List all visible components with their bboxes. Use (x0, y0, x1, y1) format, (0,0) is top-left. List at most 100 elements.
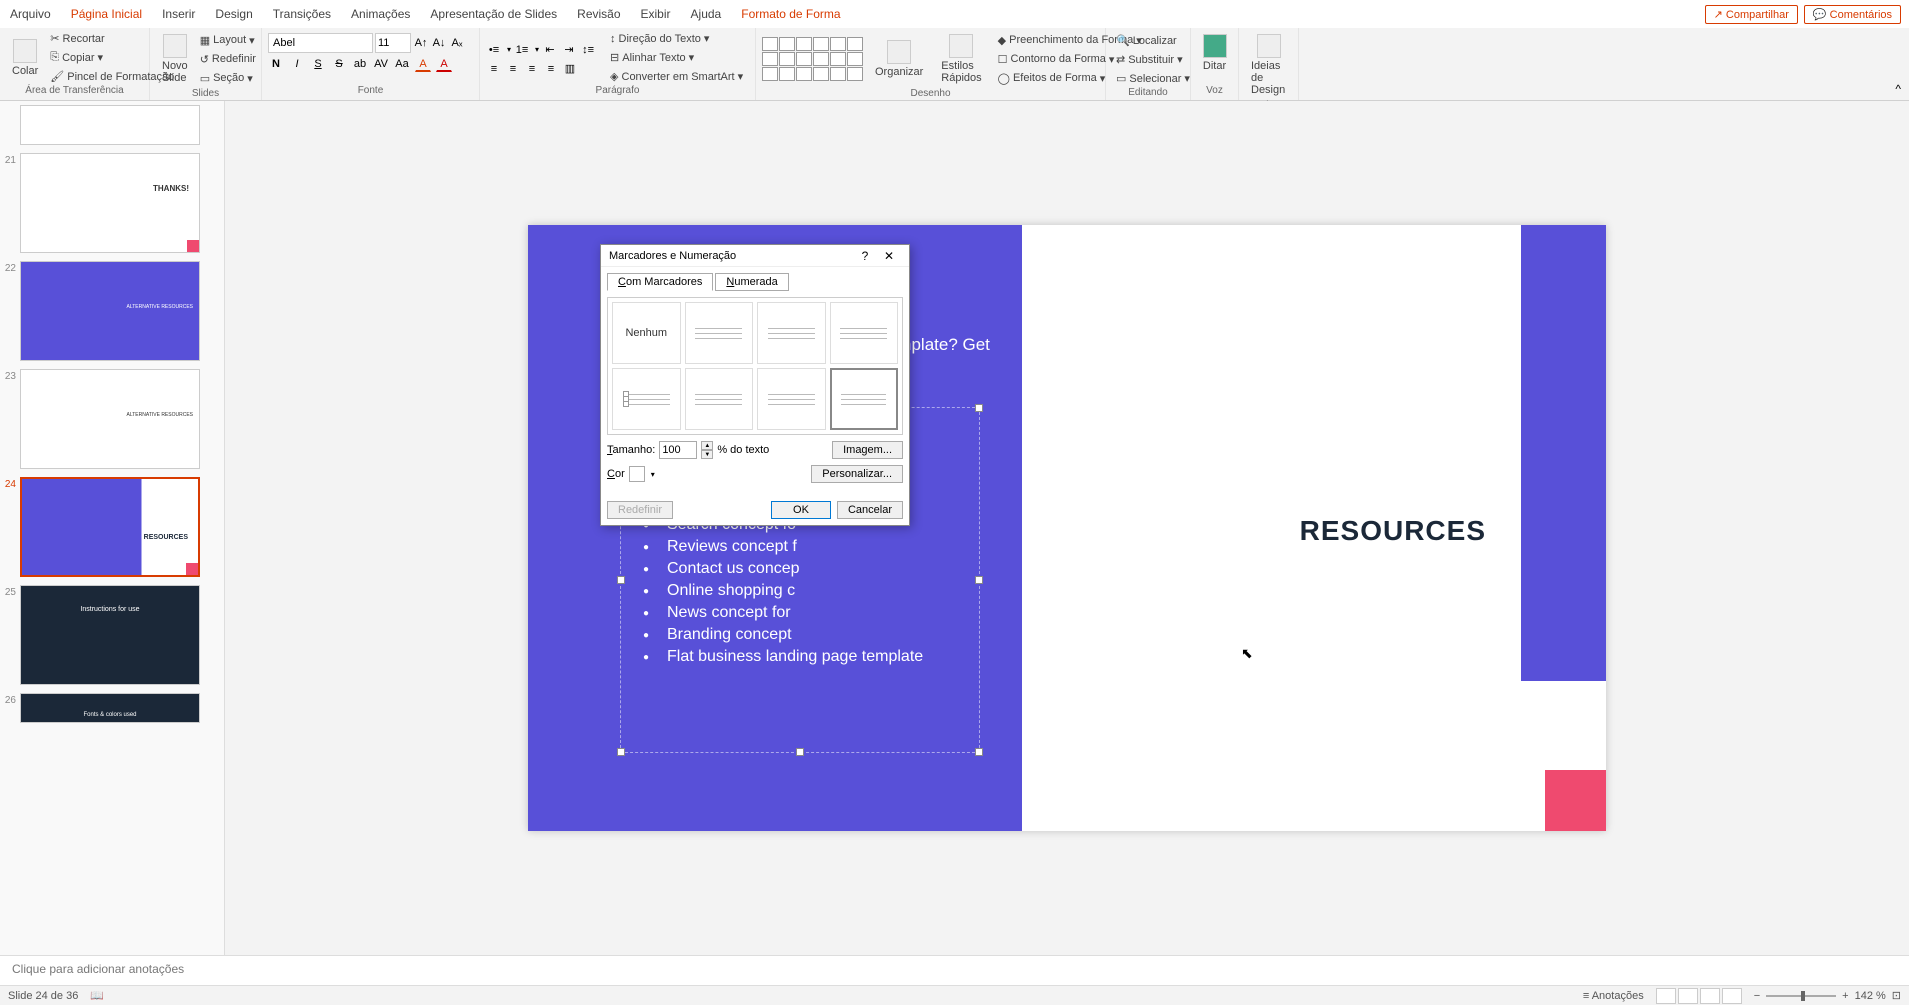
columns-icon[interactable]: ▥ (562, 61, 578, 77)
resize-handle[interactable] (796, 748, 804, 756)
arrange-button[interactable]: Organizar (869, 36, 929, 82)
slide-thumb-21[interactable]: THANKS! (20, 153, 200, 253)
font-size-select[interactable] (375, 33, 411, 53)
resize-handle[interactable] (975, 404, 983, 412)
replace-button[interactable]: ⇄ Substituir ▾ (1112, 51, 1184, 68)
menu-apresentacao[interactable]: Apresentação de Slides (420, 1, 567, 27)
reading-view-button[interactable] (1700, 988, 1720, 1004)
menu-transicoes[interactable]: Transições (263, 1, 341, 27)
menu-inserir[interactable]: Inserir (152, 1, 205, 27)
image-button[interactable]: Imagem... (832, 441, 903, 459)
section-button[interactable]: ▭ Seção ▾ (196, 70, 260, 87)
indent-increase-icon[interactable]: ⇥ (561, 42, 577, 58)
strike-button[interactable]: S (331, 56, 347, 72)
slide-thumb-26[interactable]: Fonts & colors used (20, 693, 200, 723)
slide-thumb-25[interactable]: Instructions for use (20, 585, 200, 685)
bold-button[interactable]: N (268, 56, 284, 72)
bullet-style-4[interactable] (830, 302, 899, 364)
menu-formato-forma[interactable]: Formato de Forma (731, 1, 850, 27)
underline-button[interactable]: S (310, 56, 326, 72)
menu-ajuda[interactable]: Ajuda (681, 1, 732, 27)
menu-revisao[interactable]: Revisão (567, 1, 630, 27)
paste-button[interactable]: Colar (6, 35, 44, 81)
menu-animacoes[interactable]: Animações (341, 1, 420, 27)
clear-format-icon[interactable]: Aₓ (449, 35, 465, 51)
share-button[interactable]: ↗ Compartilhar (1705, 5, 1798, 24)
quick-styles-button[interactable]: Estilos Rápidos (935, 30, 987, 88)
slide-title[interactable]: RESOURCES (1300, 515, 1486, 547)
slide-thumb-24[interactable]: RESOURCES (20, 477, 200, 577)
collapse-ribbon-button[interactable]: ^ (1895, 82, 1901, 96)
slideshow-button[interactable] (1722, 988, 1742, 1004)
fit-to-window-button[interactable]: ⊡ (1892, 989, 1901, 1002)
bullet-style-2[interactable] (685, 302, 754, 364)
spellcheck-icon[interactable]: 📖 (90, 989, 104, 1002)
font-color-button[interactable]: A (436, 56, 452, 72)
ok-button[interactable]: OK (771, 501, 831, 519)
tab-numbered[interactable]: Numerada (715, 273, 788, 291)
bullets-button[interactable]: •≡ (486, 42, 502, 58)
slide-thumbnails-panel[interactable]: 21 THANKS! 22 ALTERNATIVE RESOURCES 23 A… (0, 101, 225, 955)
align-center-icon[interactable]: ≡ (505, 61, 521, 77)
normal-view-button[interactable] (1656, 988, 1676, 1004)
bullet-style-7[interactable] (757, 368, 826, 430)
resize-handle[interactable] (975, 576, 983, 584)
smartart-button[interactable]: ◈ Converter em SmartArt ▾ (606, 68, 747, 85)
line-spacing-icon[interactable]: ↕≡ (580, 42, 596, 58)
align-text-button[interactable]: ⊟ Alinhar Texto ▾ (606, 49, 747, 66)
text-direction-button[interactable]: ↕ Direção do Texto ▾ (606, 30, 747, 47)
italic-button[interactable]: I (289, 56, 305, 72)
resize-handle[interactable] (975, 748, 983, 756)
select-button[interactable]: ▭ Selecionar ▾ (1112, 70, 1184, 87)
decrease-font-icon[interactable]: A↓ (431, 35, 447, 51)
bullet-item[interactable]: Flat business landing page template (643, 646, 957, 668)
color-dropdown-arrow[interactable]: ▾ (651, 470, 655, 479)
shapes-gallery[interactable] (762, 37, 863, 81)
dialog-close-button[interactable]: ✕ (877, 249, 901, 263)
tab-bullets[interactable]: CCom Marcadoresom Marcadores (607, 273, 713, 291)
bullet-item[interactable]: Online shopping c (643, 580, 957, 602)
font-name-select[interactable] (268, 33, 373, 53)
menu-exibir[interactable]: Exibir (631, 1, 681, 27)
size-input[interactable] (659, 441, 697, 459)
menu-arquivo[interactable]: Arquivo (0, 1, 61, 27)
comments-button[interactable]: 💬 Comentários (1804, 5, 1901, 24)
indent-decrease-icon[interactable]: ⇤ (542, 42, 558, 58)
align-left-icon[interactable]: ≡ (486, 61, 502, 77)
notes-area[interactable]: Clique para adicionar anotações (0, 955, 1909, 985)
bullet-style-3[interactable] (757, 302, 826, 364)
slide-thumb-23[interactable]: ALTERNATIVE RESOURCES (20, 369, 200, 469)
slide-thumb-20-partial[interactable] (20, 105, 200, 145)
slide-thumb-22[interactable]: ALTERNATIVE RESOURCES (20, 261, 200, 361)
design-ideas-button[interactable]: Ideias de Design (1245, 30, 1292, 100)
numbering-button[interactable]: 1≡ (514, 42, 530, 58)
bullet-item[interactable]: Contact us concep (643, 558, 957, 580)
sorter-view-button[interactable] (1678, 988, 1698, 1004)
dialog-help-button[interactable]: ? (853, 249, 877, 263)
bullet-style-5[interactable] (612, 368, 681, 430)
bullet-item[interactable]: News concept for (643, 602, 957, 624)
size-spin-down[interactable]: ▼ (701, 450, 713, 459)
case-button[interactable]: Aa (394, 56, 410, 72)
bullet-item[interactable]: Branding concept (643, 624, 957, 646)
bullet-item[interactable]: Reviews concept f (643, 536, 957, 558)
menu-pagina-inicial[interactable]: Página Inicial (61, 1, 152, 27)
zoom-slider[interactable] (1766, 995, 1836, 997)
menu-design[interactable]: Design (205, 1, 262, 27)
spacing-button[interactable]: AV (373, 56, 389, 72)
bullet-style-6[interactable] (685, 368, 754, 430)
resize-handle[interactable] (617, 576, 625, 584)
new-slide-button[interactable]: Novo Slide (156, 30, 194, 88)
shadow-button[interactable]: ab (352, 56, 368, 72)
highlight-color-button[interactable]: A (415, 56, 431, 72)
align-right-icon[interactable]: ≡ (524, 61, 540, 77)
dictate-button[interactable]: Ditar (1197, 30, 1232, 76)
size-spin-up[interactable]: ▲ (701, 441, 713, 450)
increase-font-icon[interactable]: A↑ (413, 35, 429, 51)
color-picker[interactable] (629, 466, 645, 482)
cancel-button[interactable]: Cancelar (837, 501, 903, 519)
bullet-style-8[interactable] (830, 368, 899, 430)
customize-button[interactable]: Personalizar... (811, 465, 903, 483)
bullet-style-none[interactable]: Nenhum (612, 302, 681, 364)
find-button[interactable]: 🔍 Localizar (1112, 32, 1184, 49)
